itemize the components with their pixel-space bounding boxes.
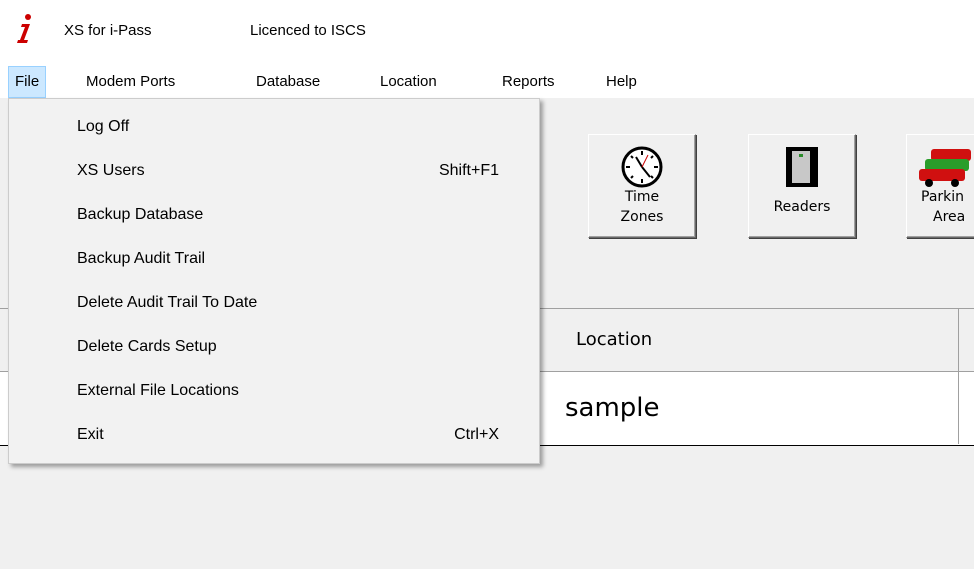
column-header-location[interactable]: Location (576, 309, 652, 371)
menu-modem-ports[interactable]: Modem Ports (80, 66, 181, 98)
time-zones-button[interactable]: Time Zones (588, 134, 696, 238)
column-separator (958, 372, 959, 444)
app-logo-icon (17, 14, 31, 43)
app-title: XS for i-Pass (64, 22, 152, 39)
parking-label-2: Area (933, 209, 966, 225)
menu-item-xs-users[interactable]: XS Users Shift+F1 (9, 149, 539, 193)
menu-item-log-off[interactable]: Log Off (9, 105, 539, 149)
cell-location[interactable]: sample (565, 372, 660, 444)
time-zones-label-1: Time (624, 189, 660, 205)
menu-help[interactable]: Help (600, 66, 643, 98)
menu-item-exit[interactable]: Exit Ctrl+X (9, 413, 539, 457)
reader-icon (786, 147, 818, 187)
file-menu-dropdown: Log Off XS Users Shift+F1 Backup Databas… (8, 98, 540, 464)
menu-reports[interactable]: Reports (496, 66, 561, 98)
title-bar: XS for i-Pass Licenced to ISCS (0, 0, 974, 64)
menu-bar: File Modem Ports Database Location Repor… (0, 66, 974, 98)
time-zones-label-2: Zones (620, 209, 664, 225)
column-separator (958, 309, 959, 371)
menu-file[interactable]: File (8, 66, 47, 98)
licence-text: Licenced to ISCS (250, 22, 366, 39)
menu-location[interactable]: Location (374, 66, 443, 98)
clock-icon (621, 146, 663, 188)
menu-item-delete-audit-trail[interactable]: Delete Audit Trail To Date (9, 281, 539, 325)
parking-label-1: Parkin (921, 189, 965, 205)
menu-item-backup-audit-trail[interactable]: Backup Audit Trail (9, 237, 539, 281)
menu-database[interactable]: Database (250, 66, 326, 98)
cars-icon (919, 149, 971, 187)
readers-button[interactable]: Readers (748, 134, 856, 238)
shortcut-xs-users: Shift+F1 (438, 162, 499, 179)
menu-item-external-file-locations[interactable]: External File Locations (9, 369, 539, 413)
parking-areas-button[interactable]: Parkin Area (906, 134, 974, 238)
readers-label: Readers (773, 199, 831, 215)
shortcut-exit: Ctrl+X (454, 426, 499, 443)
menu-item-backup-database[interactable]: Backup Database (9, 193, 539, 237)
menu-item-delete-cards-setup[interactable]: Delete Cards Setup (9, 325, 539, 369)
